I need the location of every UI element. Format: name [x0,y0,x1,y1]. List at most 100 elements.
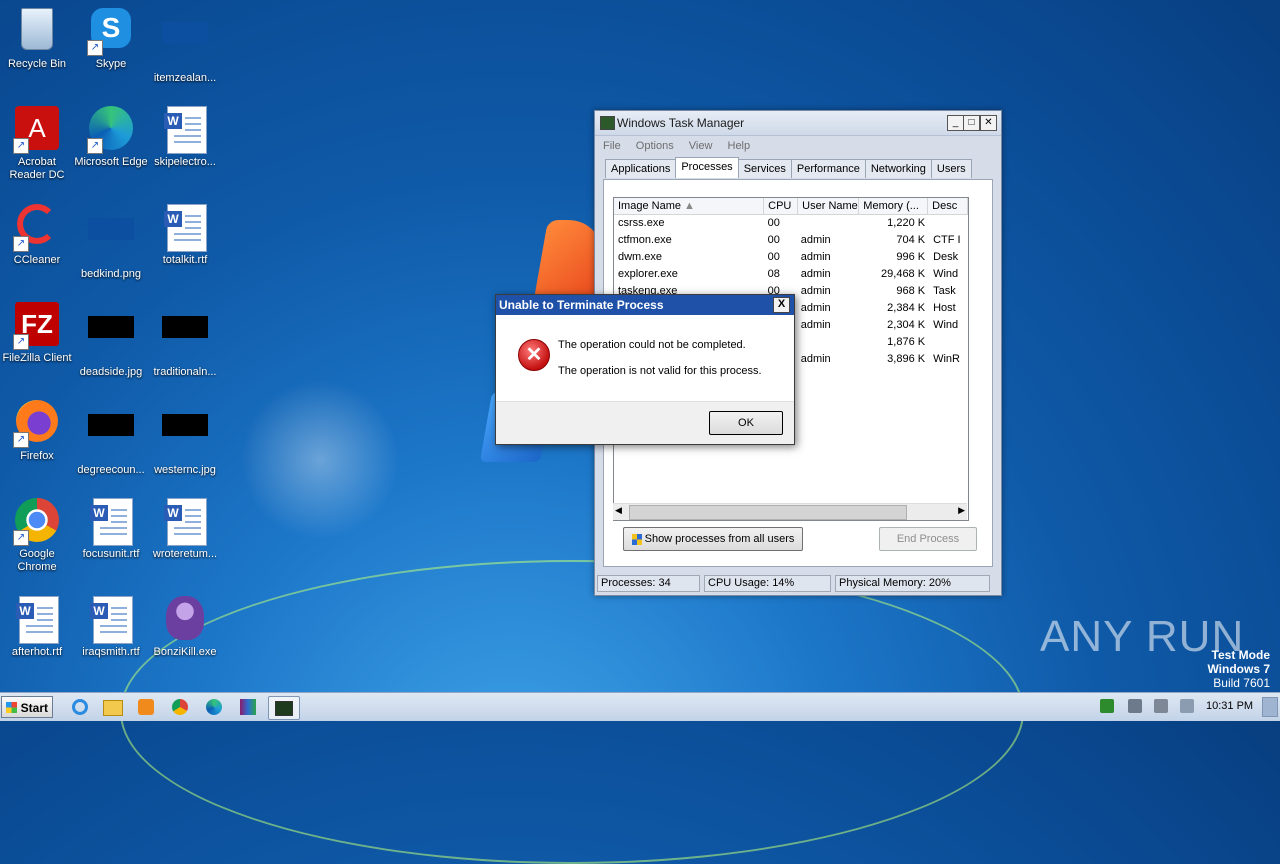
table-row[interactable]: dwm.exe 00 admin 996 K Desk [614,249,968,266]
desktop-icon-label: bedkind.png [81,268,141,280]
desktop-icon-skype[interactable]: S ↗ Skype [74,8,148,71]
desktop-icon-label: Acrobat Reader DC [9,156,65,181]
taskbar-chrome-icon[interactable] [168,696,192,718]
tab-performance[interactable]: Performance [790,159,866,178]
column-header-user-name[interactable]: User Name [798,198,860,214]
desktop-icon-afterhot[interactable]: W afterhot.rtf [0,596,74,659]
image-file-icon [87,414,135,462]
ccleaner-icon: ↗ [13,204,61,252]
column-header-description[interactable]: Desc [928,198,968,214]
process-list-header: Image Name ▲ CPU User Name Memory (... D… [614,198,968,215]
tab-processes[interactable]: Processes [675,157,739,178]
close-button[interactable]: ✕ [980,115,997,131]
taskbar-ie-icon[interactable] [68,696,92,718]
start-button[interactable]: Start [1,696,53,718]
minimize-button[interactable]: _ [947,115,964,131]
watermark-line: Build 7601 [1213,676,1270,690]
desktop-icon-label: Firefox [20,450,54,462]
tab-users[interactable]: Users [930,159,972,178]
status-physical-memory: Physical Memory: 20% [835,575,990,592]
desktop-icon-traditionaln[interactable]: traditionaln... [148,302,222,379]
table-row[interactable]: csrss.exe 00 1,220 K [614,215,968,232]
desktop-icon-totalkit[interactable]: W totalkit.rtf [148,204,222,267]
menu-help[interactable]: Help [728,136,751,156]
desktop-icon-focusunit[interactable]: W focusunit.rtf [74,498,148,561]
desktop-icon-ccleaner[interactable]: ↗ CCleaner [0,204,74,267]
scroll-thumb[interactable] [629,505,907,520]
window-title: Windows Task Manager [617,116,745,130]
taskbar-clock[interactable]: 10:31 PM [1206,700,1253,712]
tab-strip: Applications Processes Services Performance… [605,157,972,179]
column-header-memory[interactable]: Memory (... [859,198,929,214]
desktop-icon-label: deadside.jpg [79,366,143,378]
desktop-icon-edge[interactable]: ↗ Microsoft Edge [74,106,148,169]
image-file-icon [87,316,135,364]
desktop-icon-recycle-bin[interactable]: Recycle Bin [0,8,74,71]
desktop-icon-chrome[interactable]: ↗ Google Chrome [0,498,74,574]
show-all-processes-button[interactable]: Show processes from all users [623,527,803,551]
menu-options[interactable]: Options [636,136,674,156]
desktop-icon-bonzikill[interactable]: BonziKill.exe [148,596,222,659]
desktop-icon-firefox[interactable]: ↗ Firefox [0,400,74,463]
chrome-icon: ↗ [13,498,61,546]
error-icon: ✕ [518,339,550,371]
word-doc-icon: W [161,106,209,154]
desktop-icon-skipelectro[interactable]: W skipelectro... [148,106,222,169]
dialog-footer: OK [496,401,794,444]
image-file-icon [161,22,209,70]
tray-network-icon[interactable] [1100,699,1114,713]
desktop-icon-westernc[interactable]: westernc.jpg [148,400,222,477]
error-dialog: Unable to Terminate Process X ✕ The oper… [495,294,795,445]
taskbar-explorer-icon[interactable] [101,696,125,718]
taskbar-edge-icon[interactable] [202,696,226,718]
desktop-icon-label: westernc.jpg [154,464,216,476]
desktop-icon-wroteretum[interactable]: W wroteretum... [148,498,222,561]
menu-file[interactable]: File [603,136,621,156]
desktop-icon-label: Microsoft Edge [74,156,148,168]
desktop-icon-itemzealan[interactable]: itemzealan... [148,8,222,85]
menu-view[interactable]: View [689,136,713,156]
desktop-icon-label: Recycle Bin [7,58,67,70]
table-row[interactable]: explorer.exe 08 admin 29,468 K Wind [614,266,968,283]
ok-button[interactable]: OK [709,411,783,435]
maximize-button[interactable]: □ [963,115,980,131]
dialog-close-button[interactable]: X [773,297,790,313]
tab-applications[interactable]: Applications [605,159,677,178]
show-desktop-button[interactable] [1262,697,1278,717]
desktop-icon-iraqsmith[interactable]: W iraqsmith.rtf [74,596,148,659]
word-doc-icon: W [161,498,209,546]
tray-volume-icon[interactable] [1154,699,1168,713]
scroll-left-icon[interactable]: ◀ [615,505,622,516]
scroll-right-icon[interactable]: ▶ [958,505,965,516]
horizontal-scrollbar[interactable]: ◀ ▶ [613,503,967,520]
skype-icon: S ↗ [87,8,135,56]
tab-services[interactable]: Services [737,159,792,178]
tray-monitor-icon[interactable] [1128,699,1142,713]
tray-flag-icon[interactable] [1180,699,1194,713]
bonzi-gorilla-icon [161,596,209,644]
desktop-icon-bedkind[interactable]: bedkind.png [74,204,148,281]
tab-networking[interactable]: Networking [864,159,932,178]
task-manager-titlebar[interactable]: Windows Task Manager _ □ ✕ [595,111,1001,136]
image-file-icon [161,316,209,364]
word-doc-icon: W [87,498,135,546]
desktop-icon-acrobat[interactable]: A ↗ Acrobat Reader DC [0,106,74,182]
sort-up-icon: ▲ [684,200,695,212]
desktop-icon-filezilla[interactable]: FZ ↗ FileZilla Client [0,302,74,365]
desktop-icon-degreecoun[interactable]: degreecoun... [74,400,148,477]
taskbar-media-player-icon[interactable] [134,696,158,718]
dialog-titlebar[interactable]: Unable to Terminate Process X [496,295,794,315]
desktop-icon-label: focusunit.rtf [82,548,140,560]
status-bar: Processes: 34 CPU Usage: 14% Physical Me… [597,575,997,592]
taskbar-task-manager-icon[interactable] [268,696,300,720]
table-row[interactable]: ctfmon.exe 00 admin 704 K CTF I [614,232,968,249]
edge-icon: ↗ [87,106,135,154]
column-header-cpu[interactable]: CPU [764,198,799,214]
acrobat-icon: A ↗ [13,106,61,154]
end-process-button[interactable]: End Process [879,527,977,551]
column-header-image-name[interactable]: Image Name ▲ [614,198,765,214]
desktop-icon-deadside[interactable]: deadside.jpg [74,302,148,379]
taskbar-winrar-icon[interactable] [236,696,260,718]
uac-shield-icon [631,533,642,545]
dialog-message-line1: The operation could not be completed. [558,339,746,351]
